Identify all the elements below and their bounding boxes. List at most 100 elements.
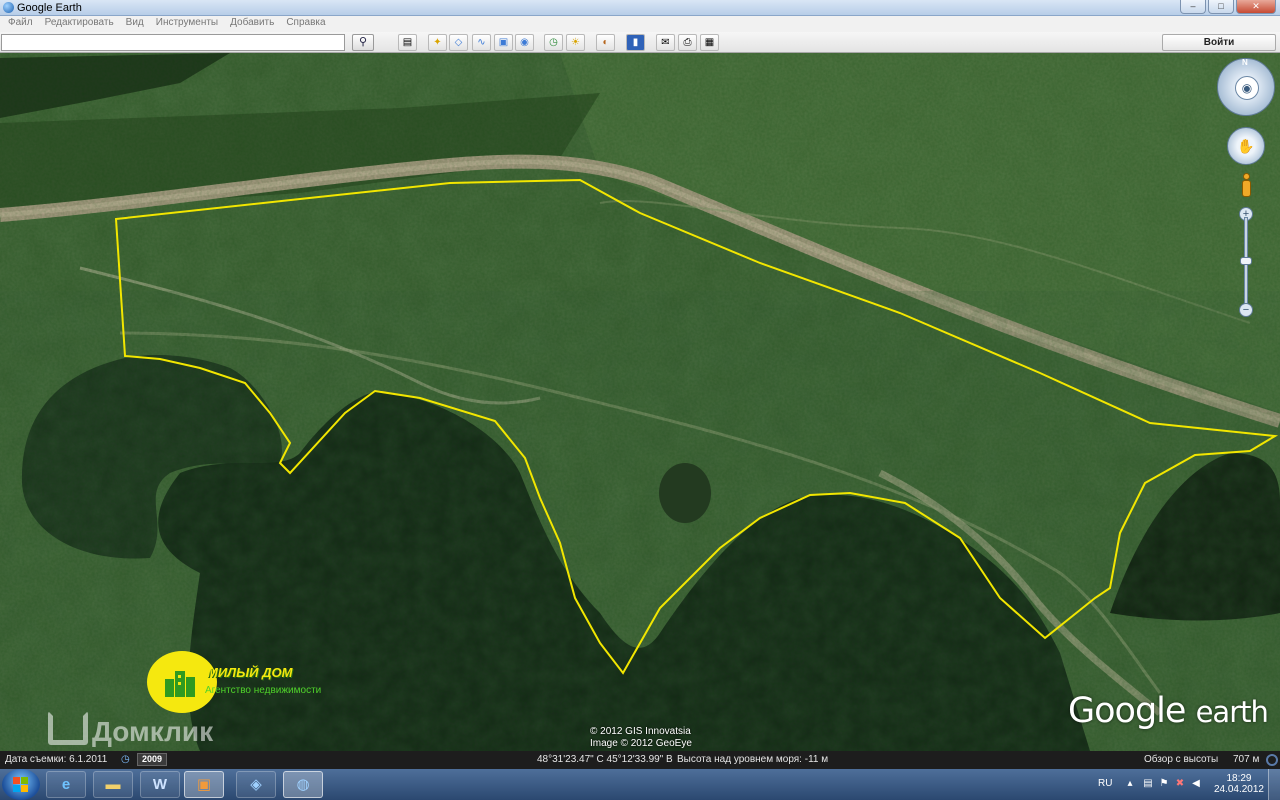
google-earth-logo: Google earth: [1068, 691, 1269, 731]
menu-edit[interactable]: Редактировать: [39, 16, 120, 32]
show-hidden-icons-icon[interactable]: ▴: [1124, 778, 1136, 790]
eye-altitude-value: 707 м: [1233, 754, 1260, 765]
domclick-watermark: Домклик: [48, 711, 213, 748]
taskbar-media-player[interactable]: ▣: [184, 771, 224, 798]
house-icon: [165, 671, 195, 697]
pegman-body-icon: [1242, 180, 1251, 197]
menu-file[interactable]: Файл: [2, 16, 39, 32]
menu-bar: Файл Редактировать Вид Инструменты Добав…: [0, 16, 1280, 32]
window-title: Google Earth: [17, 2, 82, 14]
domclick-text: Домклик: [92, 716, 214, 747]
close-button[interactable]: ✕: [1236, 0, 1276, 14]
clock-time: 18:29: [1226, 773, 1252, 784]
move-control[interactable]: ✋: [1227, 127, 1265, 165]
signin-button[interactable]: Войти: [1162, 34, 1276, 51]
menu-view[interactable]: Вид: [120, 16, 150, 32]
window-controls: – □ ✕: [1180, 0, 1276, 14]
map-icon: ▦: [704, 37, 715, 48]
clock-date: 24.04.2012: [1213, 784, 1264, 795]
map-viewport[interactable]: N ◉ ✋ + − МИЛЫЙ ДОМ Агентство недвижимос…: [0, 53, 1280, 751]
eye-altitude-label: Обзор с высоты: [1144, 754, 1219, 765]
sunlight-button[interactable]: ☀: [566, 34, 585, 51]
record-tour-button[interactable]: ◉: [515, 34, 534, 51]
sun-icon: ☀: [571, 37, 580, 48]
email-button[interactable]: ✉: [656, 34, 675, 51]
imagery-date: Дата съемки: 6.1.2011: [5, 754, 108, 765]
status-bar: Дата съемки: 6.1.2011 ◷ 2009 48°31'23.47…: [0, 751, 1280, 769]
historical-clock-icon[interactable]: ◷: [121, 754, 130, 765]
magnifier-icon: ⚲: [358, 36, 368, 48]
view-in-maps-button[interactable]: ▦: [700, 34, 719, 51]
google-earth-app-icon: [3, 2, 14, 13]
historical-year-badge[interactable]: 2009: [137, 753, 168, 766]
overlay-icon: ▣: [498, 37, 509, 48]
look-around-control[interactable]: N ◉: [1217, 58, 1275, 116]
system-tray: RU ▴ ▤ ⚑ ✖ ◀ 18:29 24.04.2012: [1090, 769, 1280, 800]
show-desktop-button[interactable]: [1268, 769, 1280, 800]
print-button[interactable]: ⎙: [678, 34, 697, 51]
title-bar: Google Earth – □ ✕: [0, 0, 1280, 16]
pegman-head-icon: [1243, 173, 1250, 180]
start-button[interactable]: [2, 769, 40, 800]
antivirus-icon[interactable]: ✖: [1174, 778, 1186, 790]
ruler-button[interactable]: ▮: [626, 34, 645, 51]
switch-planet-button[interactable]: ◐: [596, 34, 615, 51]
network-icon[interactable]: ▤: [1142, 778, 1154, 790]
google-earth-icon: ◍: [296, 776, 310, 793]
system-clock[interactable]: 18:29 24.04.2012: [1214, 773, 1264, 795]
minimize-button[interactable]: –: [1180, 0, 1206, 14]
folder-icon: ▬: [105, 776, 121, 793]
zoom-slider[interactable]: + −: [1239, 207, 1253, 317]
add-placemark-button[interactable]: ✦: [428, 34, 447, 51]
menu-tools[interactable]: Инструменты: [150, 16, 224, 32]
add-path-button[interactable]: ∿: [472, 34, 491, 51]
internet-explorer-icon: e: [61, 776, 71, 793]
printer-icon: ⎙: [683, 37, 692, 48]
clock-icon: ◷: [549, 37, 558, 48]
sidebar-toggle-button[interactable]: ▤: [398, 34, 417, 51]
maximize-button[interactable]: □: [1208, 0, 1234, 14]
ruler-icon: ▮: [632, 37, 639, 48]
remote-desktop-icon: ◈: [250, 776, 262, 793]
language-indicator[interactable]: RU: [1098, 778, 1112, 789]
search-button[interactable]: ⚲: [352, 34, 374, 51]
flag-icon[interactable]: ⚑: [1158, 778, 1170, 790]
word-icon: W: [152, 776, 168, 793]
copyright-line-1: © 2012 GIS Innovatsia: [590, 726, 691, 737]
hand-icon: ✋: [1237, 138, 1255, 154]
tour-icon: ◉: [520, 37, 529, 48]
envelope-icon: ✉: [661, 37, 670, 48]
windows-taskbar: e ▬ W ▣ ◈ ◍ RU ▴ ▤ ⚑ ✖ ◀ 18:29 24.04.201…: [0, 769, 1280, 800]
copyright-line-2: Image © 2012 GeoEye: [590, 738, 692, 749]
eye-icon: ◉: [1235, 76, 1259, 100]
taskbar-google-earth[interactable]: ◍: [283, 771, 323, 798]
taskbar-file-explorer[interactable]: ▬: [93, 771, 133, 798]
menu-add[interactable]: Добавить: [224, 16, 280, 32]
taskbar-remote-desktop[interactable]: ◈: [236, 771, 276, 798]
taskbar-word[interactable]: W: [140, 771, 180, 798]
menu-help[interactable]: Справка: [280, 16, 331, 32]
historical-imagery-button[interactable]: ◷: [544, 34, 563, 51]
compass-north-label: N: [1242, 58, 1248, 67]
imagery-copyright: © 2012 GIS Innovatsia Image © 2012 GeoEy…: [590, 726, 692, 750]
zoom-out-button[interactable]: −: [1239, 303, 1253, 317]
streaming-progress-icon: [1266, 754, 1278, 766]
search-input[interactable]: [1, 34, 345, 51]
planet-icon: ◐: [602, 37, 609, 48]
agency-subtitle: Агентство недвижимости: [205, 685, 322, 696]
logo-google-text: Google: [1068, 691, 1186, 731]
satellite-imagery: [0, 53, 1280, 751]
add-polygon-button[interactable]: ◇: [449, 34, 468, 51]
logo-earth-text: earth: [1195, 695, 1269, 729]
volume-icon[interactable]: ◀: [1190, 778, 1202, 790]
media-player-icon: ▣: [196, 776, 212, 793]
pointer-coordinates: 48°31'23.47" С 45°12'33.99" В: [537, 754, 673, 765]
street-view-pegman[interactable]: [1240, 173, 1252, 199]
zoom-thumb[interactable]: [1240, 257, 1252, 265]
elevation-readout: Высота над уровнем моря: -11 м: [677, 754, 829, 765]
taskbar-internet-explorer[interactable]: e: [46, 771, 86, 798]
windows-flag-icon: [13, 777, 28, 792]
agency-name: МИЛЫЙ ДОМ: [207, 665, 293, 680]
add-overlay-button[interactable]: ▣: [494, 34, 513, 51]
pin-icon: ✦: [433, 37, 442, 48]
